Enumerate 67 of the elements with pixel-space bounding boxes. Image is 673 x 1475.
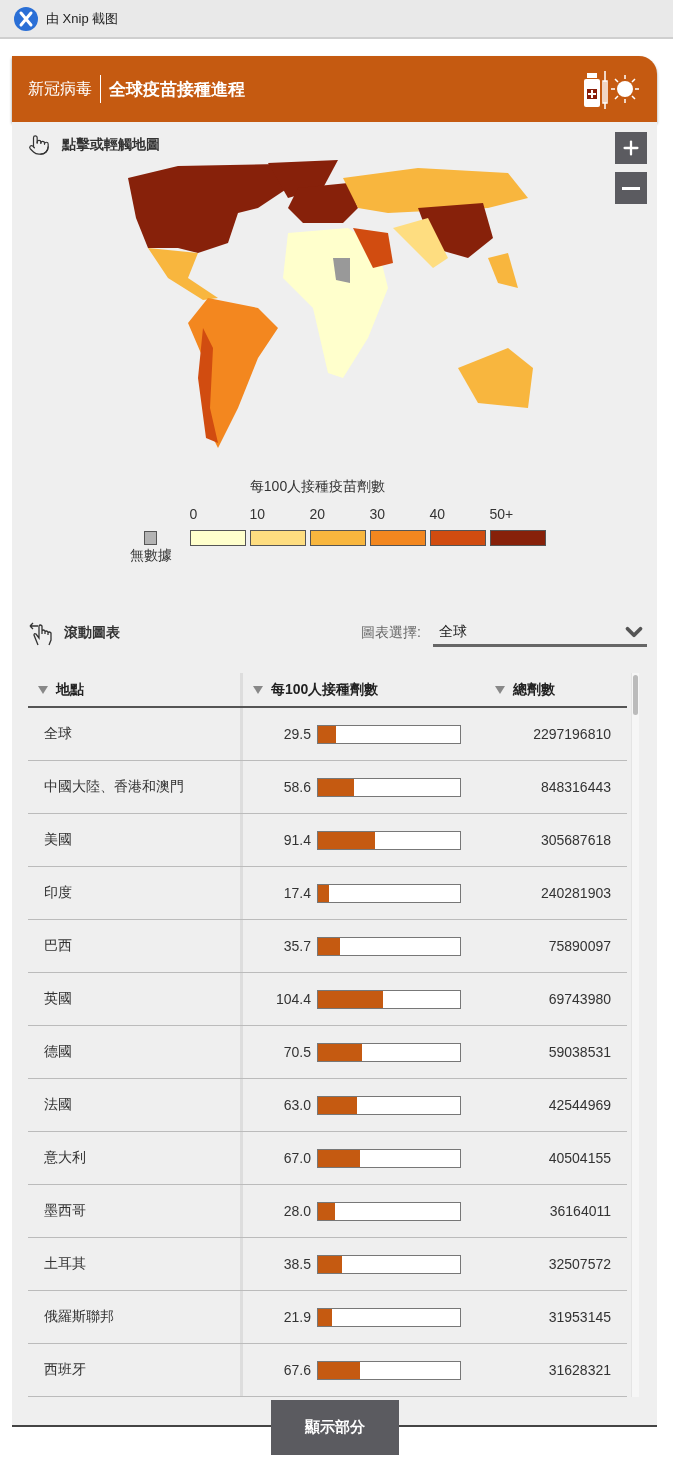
legend-label: 40 — [429, 505, 446, 524]
table-cell-text: 2297196810 — [532, 725, 612, 744]
table-cell-text: 67.0 — [282, 1150, 311, 1166]
column-header[interactable]: 地點 — [56, 680, 84, 699]
table-cell-text: 63.0 — [282, 1097, 311, 1113]
legend-label: 20 — [309, 505, 326, 524]
select-label: 圖表選擇: — [361, 624, 421, 642]
table-cell-text: 法國 — [43, 1095, 73, 1114]
column-header[interactable]: 總劑數 — [513, 680, 555, 699]
table-cell-text: 32507572 — [547, 1255, 612, 1274]
table-cell-text: 58.6 — [282, 779, 311, 795]
table-cell-text: 土耳其 — [43, 1254, 87, 1273]
section-label[interactable]: 新冠病毒 — [28, 75, 101, 103]
table-cell-text: 31628321 — [547, 1361, 612, 1380]
table-cell-text: 意大利 — [43, 1148, 87, 1167]
sort-icon[interactable] — [495, 685, 505, 694]
legend-title: 每100人接種疫苗劑數 — [249, 478, 386, 496]
table-cell-text: 104.4 — [274, 991, 311, 1007]
page-title: 全球疫苗接種進程 — [108, 78, 246, 101]
vaccine-icon — [583, 69, 641, 109]
table-cell-text: 240281903 — [539, 884, 612, 903]
table-cell-text: 848316443 — [539, 778, 612, 797]
scroll-hint: 滾動圖表 — [64, 624, 121, 642]
column-header[interactable]: 每100人接種劑數 — [271, 680, 379, 699]
legend-label: 50+ — [489, 505, 514, 524]
map-hint: 點擊或輕觸地圖 — [62, 136, 160, 154]
table-cell-text: 42544969 — [547, 1096, 612, 1115]
sort-icon[interactable] — [253, 685, 263, 694]
table-cell-text: 全球 — [43, 724, 73, 743]
table-cell-text: 67.6 — [282, 1362, 311, 1378]
table-cell-text: 305687618 — [539, 831, 612, 850]
window-title: 由 Xnip 截图 — [46, 9, 119, 28]
legend-label: 10 — [249, 505, 266, 524]
table-cell-text: 29.5 — [282, 726, 311, 742]
table-cell-text: 31953145 — [547, 1308, 612, 1327]
table-cell-text: 38.5 — [282, 1256, 311, 1272]
legend-label: 0 — [189, 505, 198, 524]
pointer-hand-icon — [28, 134, 50, 156]
table-cell-text: 墨西哥 — [43, 1201, 87, 1220]
table-cell-text: 美國 — [43, 830, 73, 849]
zoom-out-button[interactable] — [615, 172, 647, 204]
table-cell-text: 印度 — [43, 883, 73, 902]
legend-label: 30 — [369, 505, 386, 524]
table-cell-text: 俄羅斯聯邦 — [43, 1307, 115, 1326]
table-cell-text: 35.7 — [282, 938, 311, 954]
table-cell-text: 36164011 — [548, 1202, 612, 1221]
table-cell-text: 40504155 — [547, 1149, 612, 1168]
chart-select[interactable]: 全球 — [433, 619, 647, 647]
table-cell-text: 西班牙 — [43, 1360, 87, 1379]
table-cell-text: 75890097 — [547, 937, 612, 956]
table-cell-text: 德國 — [43, 1042, 73, 1061]
table-cell-text: 中國大陸、香港和澳門 — [43, 777, 185, 796]
sort-icon[interactable] — [38, 685, 48, 694]
app-logo-icon — [14, 6, 38, 31]
table-cell-text: 59038531 — [547, 1043, 612, 1062]
legend-label: 無數據 — [129, 547, 172, 565]
table-cell-text: 69743980 — [547, 990, 612, 1009]
minus-icon — [622, 186, 640, 190]
table-cell-text: 英國 — [43, 989, 73, 1008]
table-cell-text: 28.0 — [282, 1203, 311, 1219]
table-cell-text: 70.5 — [282, 1044, 311, 1060]
table-cell-text: 巴西 — [43, 936, 73, 955]
zoom-in-button[interactable] — [615, 132, 647, 164]
table-cell-text: 91.4 — [282, 832, 311, 848]
table-cell-text: 17.4 — [282, 885, 311, 901]
table-cell-text: 21.9 — [282, 1309, 311, 1325]
show-partial-button[interactable]: 顯示部分 — [270, 1400, 399, 1455]
